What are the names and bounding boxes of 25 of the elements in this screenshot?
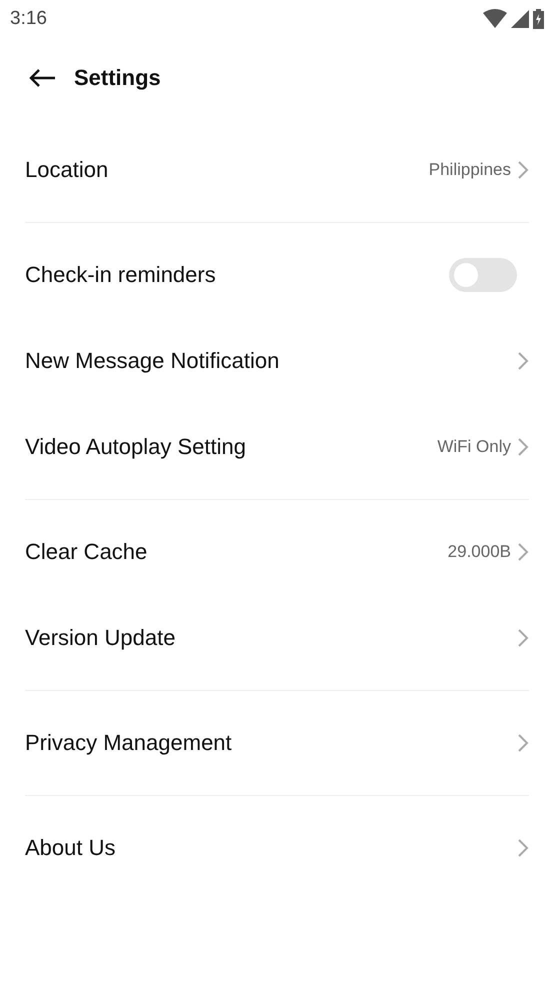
chevron-icon [517,437,529,457]
setting-label[interactable]: About Us [25,835,116,861]
page-title: Settings [74,65,161,91]
setting-label[interactable]: Privacy Management [25,730,232,756]
wifi-icon [483,9,507,29]
setting-label[interactable]: New Message Notification [25,348,280,374]
setting-label[interactable]: Clear Cache [25,539,148,565]
setting-value: WiFi Only [437,437,511,457]
setting-value: Philippines [428,160,511,180]
setting-label: Check-in reminders [25,262,216,288]
chevron-icon [517,542,529,562]
setting-value: 29.000B [448,542,511,562]
chevron-icon [517,160,529,180]
chevron-icon [517,733,529,753]
toggle-switch[interactable] [449,258,517,292]
setting-label[interactable]: Version Update [25,625,176,651]
status-time: 3:16 [10,8,47,30]
chevron-icon [517,628,529,648]
battery-icon [533,9,544,29]
chevron-icon [517,838,529,858]
back-button[interactable] [28,68,56,88]
setting-label[interactable]: Location [25,157,108,183]
chevron-icon [517,351,529,371]
setting-label[interactable]: Video Autoplay Setting [25,434,246,460]
signal-icon [511,10,529,28]
